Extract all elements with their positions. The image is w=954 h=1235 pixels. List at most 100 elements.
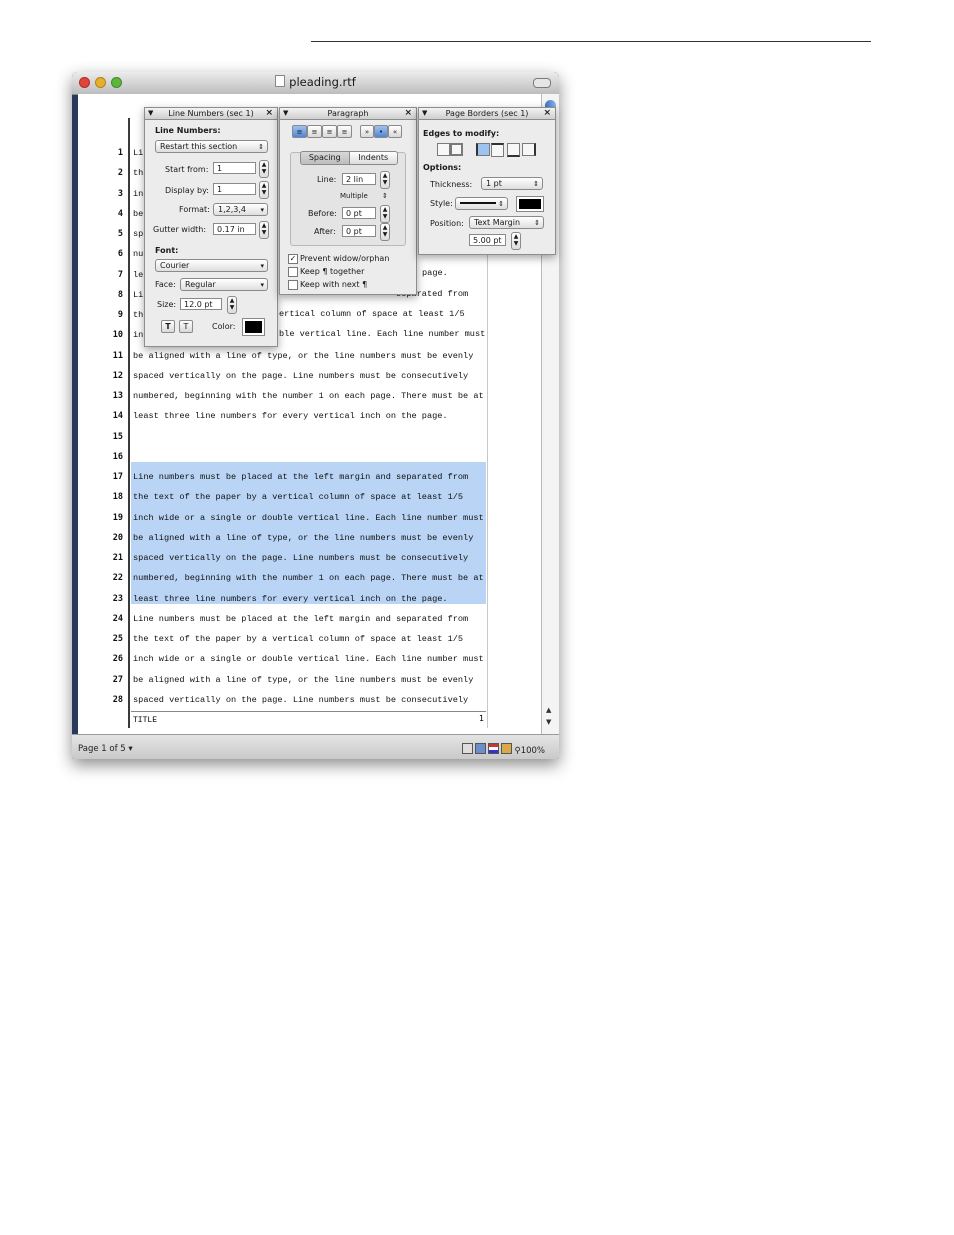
align-left-icon[interactable]: ≡	[292, 125, 307, 138]
edge-top-icon[interactable]	[491, 143, 504, 157]
tab-spacing[interactable]: Spacing	[301, 152, 350, 164]
gutter-stepper[interactable]: ▲ ▼	[259, 221, 269, 239]
document-line[interactable]: sp	[133, 229, 143, 239]
display-by-field[interactable]: 1	[213, 183, 256, 195]
line-number: 14	[112, 411, 123, 421]
keep-together-checkbox[interactable]	[288, 267, 298, 277]
offset-stepper[interactable]: ▲ ▼	[511, 232, 521, 250]
document-line[interactable]: inch wide or a single or double vertical…	[133, 654, 484, 664]
edge-box-icon[interactable]	[450, 143, 463, 156]
zoom-level[interactable]: 100%	[521, 746, 545, 756]
document-line[interactable]: nu	[133, 249, 143, 259]
line-number: 15	[112, 432, 123, 442]
line-space-icon[interactable]: •	[374, 125, 388, 138]
after-stepper[interactable]: ▲ ▼	[380, 223, 390, 241]
document-line[interactable]: inch wide or a single or double vertical…	[133, 513, 484, 523]
font-select[interactable]: Courier ▾	[155, 259, 268, 272]
size-field[interactable]: 12.0 pt	[180, 298, 222, 310]
document-line[interactable]: least three line numbers for every verti…	[133, 411, 448, 421]
document-line[interactable]: least three line numbers for every verti…	[133, 594, 448, 604]
document-line[interactable]: in	[133, 189, 143, 199]
spelling-icon[interactable]	[500, 743, 512, 754]
close-icon[interactable]: ×	[265, 108, 273, 119]
status-icons: ⚲100%	[460, 743, 545, 756]
document-line[interactable]: Li	[133, 148, 143, 158]
document-line[interactable]: th	[133, 310, 143, 320]
underline-button[interactable]: T	[179, 320, 193, 333]
restart-select[interactable]: Restart this section ⇕	[155, 140, 268, 153]
align-center-icon[interactable]: ≡	[307, 125, 322, 138]
bold-button[interactable]: T	[161, 320, 175, 333]
before-stepper[interactable]: ▲ ▼	[380, 205, 390, 223]
size-stepper[interactable]: ▲ ▼	[227, 296, 237, 314]
position-select[interactable]: Text Margin ⇕	[469, 216, 544, 229]
face-select[interactable]: Regular ▾	[180, 278, 268, 291]
format-select[interactable]: 1,2,3,4 ▾	[213, 203, 268, 216]
document-line[interactable]: Line numbers must be placed at the left …	[133, 614, 468, 624]
double-space-icon[interactable]: «	[388, 125, 402, 138]
display-by-stepper[interactable]: ▲ ▼	[259, 181, 269, 199]
collapse-triangle-icon[interactable]: ▼	[422, 108, 427, 119]
title-bar[interactable]: pleading.rtf	[72, 72, 559, 95]
document-line[interactable]: in	[133, 330, 143, 340]
document-line[interactable]: spaced vertically on the page. Line numb…	[133, 553, 468, 563]
updown-icon: ⇕	[382, 192, 388, 200]
document-line[interactable]: the text of the paper by a vertical colu…	[133, 492, 463, 502]
multiple-select[interactable]: Multiple ⇕	[340, 192, 388, 200]
document-line[interactable]: Li	[133, 290, 143, 300]
collapse-triangle-icon[interactable]: ▼	[148, 108, 153, 119]
tab-indents[interactable]: Indents	[349, 152, 397, 164]
document-line[interactable]: numbered, beginning with the number 1 on…	[133, 573, 484, 583]
scroll-down-arrow-icon[interactable]: ▼	[546, 718, 551, 726]
thickness-select[interactable]: 1 pt ⇕	[481, 177, 543, 190]
language-flag-icon[interactable]	[487, 743, 499, 754]
document-line[interactable]: spaced vertically on the page. Line numb…	[133, 695, 468, 705]
start-from-field[interactable]: 1	[213, 162, 256, 174]
single-space-icon[interactable]: »	[360, 125, 374, 138]
page-indicator[interactable]: Page 1 of 5 ▾	[78, 744, 133, 754]
page-borders-palette-header[interactable]: ▼ Page Borders (sec 1) ×	[419, 108, 555, 120]
line-style-select[interactable]: ⇕	[455, 197, 508, 210]
document-line[interactable]: le	[133, 270, 143, 280]
prevent-widow-checkbox[interactable]: ✓	[288, 254, 298, 264]
document-line[interactable]: be	[133, 209, 143, 219]
scroll-up-arrow-icon[interactable]: ▲	[546, 706, 551, 714]
start-from-stepper[interactable]: ▲ ▼	[259, 160, 269, 178]
edge-right-icon[interactable]	[522, 143, 536, 156]
line-number: 10	[112, 330, 123, 340]
document-line[interactable]: spaced vertically on the page. Line numb…	[133, 371, 468, 381]
paragraph-palette-header[interactable]: ▼ Paragraph ×	[280, 108, 416, 120]
line-spacing-field[interactable]: 2 lin	[342, 173, 376, 185]
collapse-triangle-icon[interactable]: ▼	[283, 108, 288, 119]
offset-field[interactable]: 5.00 pt	[469, 234, 506, 246]
document-line[interactable]: be aligned with a line of type, or the l…	[133, 351, 473, 361]
edge-bottom-icon[interactable]	[507, 143, 520, 157]
gutter-width-field[interactable]: 0.17 in	[213, 223, 256, 235]
document-line[interactable]: be aligned with a line of type, or the l…	[133, 533, 473, 543]
align-justify-icon[interactable]: ≡	[337, 125, 352, 138]
edge-left-icon[interactable]	[476, 143, 490, 156]
align-right-icon[interactable]: ≡	[322, 125, 337, 138]
edge-none-icon[interactable]	[437, 143, 450, 156]
document-line[interactable]: be aligned with a line of type, or the l…	[133, 675, 473, 685]
before-field[interactable]: 0 pt	[342, 207, 376, 219]
after-field[interactable]: 0 pt	[342, 225, 376, 237]
after-label: After:	[314, 227, 336, 236]
view-mode-icon[interactable]	[461, 743, 473, 754]
line-spacing-stepper[interactable]: ▲ ▼	[380, 171, 390, 189]
document-line[interactable]: th	[133, 168, 143, 178]
line-number: 2	[117, 168, 123, 178]
close-icon[interactable]: ×	[543, 108, 551, 119]
document-line[interactable]: numbered, beginning with the number 1 on…	[133, 391, 484, 401]
line-number: 28	[112, 695, 123, 705]
line-numbers-palette-header[interactable]: ▼ Line Numbers (sec 1) ×	[145, 108, 277, 120]
chevron-down-icon: ▾	[260, 262, 264, 270]
document-line[interactable]: Line numbers must be placed at the left …	[133, 472, 468, 482]
document-line[interactable]: the text of the paper by a vertical colu…	[133, 634, 463, 644]
close-icon[interactable]: ×	[404, 108, 412, 119]
toolbar-toggle-button[interactable]	[533, 78, 551, 88]
view-mode-alt-icon[interactable]	[474, 743, 486, 754]
keep-with-next-checkbox[interactable]	[288, 280, 298, 290]
color-swatch[interactable]	[242, 318, 265, 336]
border-color-swatch[interactable]	[516, 196, 544, 212]
